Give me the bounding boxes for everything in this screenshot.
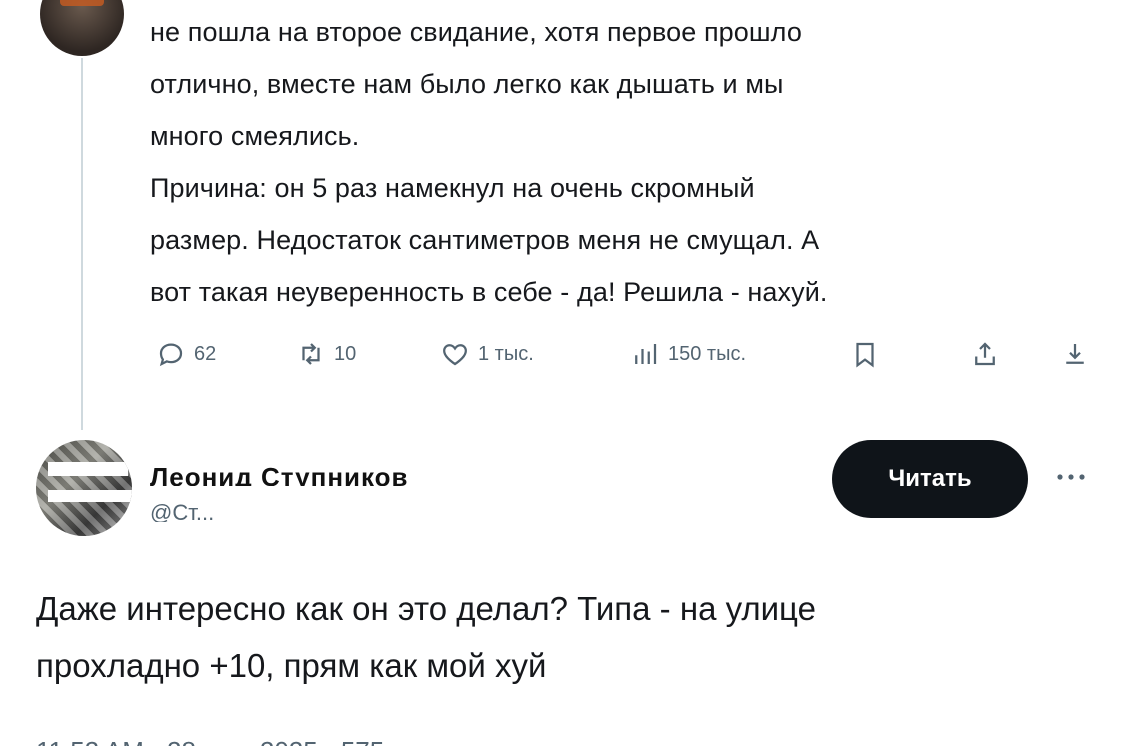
tweet-line: много смеялись.: [150, 121, 360, 151]
reply-author-handle[interactable]: @Ст...: [150, 500, 214, 522]
download-button[interactable]: [1060, 334, 1090, 374]
reply-icon: [159, 343, 183, 367]
tweet-timestamp: 11:52 AM · 28 янв. 2025 · 575 тыс. просм…: [36, 738, 756, 746]
tweet-line: не пошла на второе свидание, хотя первое…: [150, 17, 802, 47]
reply-line: прохладно +10, прям как мой хуй: [36, 647, 547, 684]
download-icon: [1066, 344, 1084, 364]
reply-author-name[interactable]: Леонид Ступников: [150, 462, 409, 486]
tweet-line: Причина: он 5 раз намекнул на очень скро…: [150, 173, 755, 203]
more-options-button[interactable]: [1046, 462, 1096, 492]
share-icon: [975, 342, 995, 366]
reply-line: Даже интересно как он это делал? Типа - …: [36, 590, 816, 627]
more-horizontal-icon: [1057, 474, 1085, 480]
heart-icon: [443, 344, 467, 366]
like-button[interactable]: 1 тыс.: [440, 334, 534, 374]
reply-button[interactable]: 62: [156, 334, 216, 374]
reply-tweet-text: Даже интересно как он это делал? Типа - …: [36, 580, 1096, 694]
tweet-action-bar: 62 10 1 тыс. 150 тыс.: [150, 334, 1100, 378]
tweet-meta-line: 11:52 AM · 28 янв. 2025 · 575 тыс. просм…: [36, 734, 756, 746]
bookmark-button[interactable]: [850, 334, 880, 374]
original-tweet-text: не пошла на второе свидание, хотя первое…: [150, 6, 1080, 318]
retweet-icon: [302, 343, 320, 365]
follow-button[interactable]: Читать: [832, 440, 1028, 518]
reply-author-avatar[interactable]: [36, 440, 132, 536]
bookmark-icon: [856, 342, 874, 368]
redaction-bar: [48, 462, 128, 476]
thread-connector-line: [81, 58, 83, 430]
reply-count: 62: [194, 342, 217, 365]
tweet-line: вот такая неуверенность в себе - да! Реш…: [150, 277, 828, 307]
tweet-line: отлично, вместе нам было легко как дышат…: [150, 69, 784, 99]
retweet-button[interactable]: 10: [296, 334, 356, 374]
retweet-count: 10: [334, 342, 357, 365]
share-button[interactable]: [970, 334, 1000, 374]
original-author-avatar[interactable]: [40, 0, 124, 56]
tweet-line: размер. Недостаток сантиметров меня не с…: [150, 225, 820, 255]
views-button[interactable]: 150 тыс.: [630, 334, 746, 374]
views-count: 150 тыс.: [668, 342, 747, 365]
redaction-bar: [48, 490, 132, 502]
like-count: 1 тыс.: [478, 342, 534, 365]
views-icon: [635, 344, 657, 364]
